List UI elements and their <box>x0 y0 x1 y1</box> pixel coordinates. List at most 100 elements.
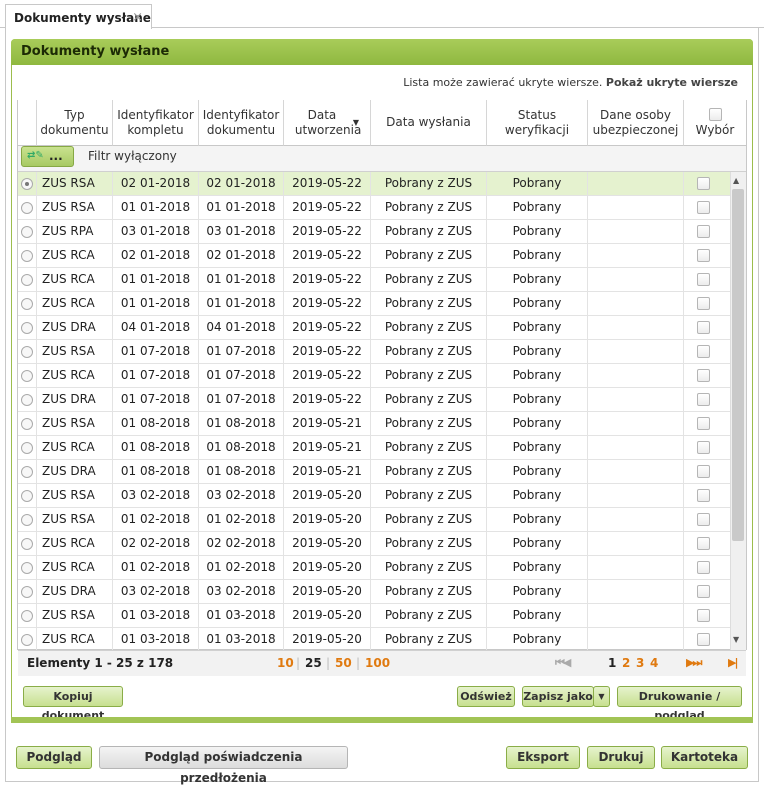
tab-dokumenty-wyslane[interactable]: Dokumenty wysłane × <box>5 4 152 29</box>
row-checkbox[interactable] <box>697 249 710 262</box>
row-data-wyslania: Pobrany z ZUS <box>371 292 487 316</box>
header-identyfikator-kompletu[interactable]: Identyfikator kompletu <box>113 100 199 146</box>
row-radio[interactable] <box>21 490 33 502</box>
row-radio[interactable] <box>21 586 33 598</box>
row-radio[interactable] <box>21 178 33 190</box>
table-row[interactable]: ZUS RCA 01 08-2018 01 08-2018 2019-05-21 Pob… <box>18 436 730 460</box>
row-checkbox[interactable] <box>697 393 710 406</box>
print-button[interactable]: Drukuj <box>587 746 655 769</box>
table-row[interactable]: ZUS RCA 01 07-2018 01 07-2018 2019-05-22 Pob… <box>18 364 730 388</box>
print-preview-button[interactable]: Drukowanie / podgląd <box>617 686 742 722</box>
row-radio[interactable] <box>21 346 33 358</box>
header-data-utworzenia[interactable]: Data utworzenia ▼ <box>284 100 371 146</box>
save-as-button[interactable]: Zapisz jako <box>522 686 594 707</box>
table-row[interactable]: ZUS RCA 01 01-2018 01 01-2018 2019-05-22 Pob… <box>18 268 730 292</box>
row-checkbox[interactable] <box>697 321 710 334</box>
row-checkbox[interactable] <box>697 177 710 190</box>
row-radio[interactable] <box>21 322 33 334</box>
table-row[interactable]: ZUS RSA 01 01-2018 01 01-2018 2019-05-22 Pob… <box>18 196 730 220</box>
preview-button[interactable]: Podgląd <box>16 746 92 769</box>
next-last-page-icon[interactable]: ▶⏭ <box>686 656 702 670</box>
row-checkbox[interactable] <box>697 417 710 430</box>
end-icon[interactable]: ▶| <box>728 656 739 669</box>
row-checkbox[interactable] <box>697 441 710 454</box>
row-radio[interactable] <box>21 370 33 382</box>
header-status-weryfikacji[interactable]: Status weryfikacji <box>487 100 588 146</box>
close-icon[interactable]: × <box>132 10 143 25</box>
table-row[interactable]: ZUS RSA 01 02-2018 01 02-2018 2019-05-20 Pob… <box>18 508 730 532</box>
scroll-up-icon[interactable]: ▲ <box>733 176 739 185</box>
refresh-button[interactable]: Odśwież <box>457 686 515 707</box>
row-data-utworzenia: 2019-05-20 <box>284 580 371 604</box>
page-2[interactable]: 2 <box>622 656 630 670</box>
table-row[interactable]: ZUS RSA 01 07-2018 01 07-2018 2019-05-22 Pob… <box>18 340 730 364</box>
row-radio[interactable] <box>21 514 33 526</box>
header-data-wyslania[interactable]: Data wysłania <box>371 100 487 146</box>
row-radio[interactable] <box>21 538 33 550</box>
header-typ-dokumentu[interactable]: Typ dokumentu <box>37 100 113 146</box>
page-size-100[interactable]: 100 <box>365 656 390 670</box>
row-checkbox[interactable] <box>697 201 710 214</box>
page-1[interactable]: 1 <box>608 656 616 670</box>
row-radio[interactable] <box>21 250 33 262</box>
proof-preview-button[interactable]: Podgląd poświadczenia przedłożenia <box>99 746 348 785</box>
header-identyfikator-dokumentu[interactable]: Identyfikator dokumentu <box>199 100 284 146</box>
page-size-50[interactable]: 50 <box>335 656 352 670</box>
export-button[interactable]: Eksport <box>506 746 580 769</box>
table-row[interactable]: ZUS RSA 01 08-2018 01 08-2018 2019-05-21 Pob… <box>18 412 730 436</box>
table-row[interactable]: ZUS RSA 01 03-2018 01 03-2018 2019-05-20 Pob… <box>18 604 730 628</box>
scrollbar-thumb[interactable] <box>732 189 744 541</box>
row-checkbox[interactable] <box>697 561 710 574</box>
row-checkbox[interactable] <box>697 489 710 502</box>
page-3[interactable]: 3 <box>636 656 644 670</box>
header-dane-osoby[interactable]: Dane osoby ubezpieczonej <box>588 100 684 146</box>
row-radio[interactable] <box>21 202 33 214</box>
table-row[interactable]: ZUS RPA 03 01-2018 03 01-2018 2019-05-22 Pob… <box>18 220 730 244</box>
copy-document-button[interactable]: Kopiuj dokument <box>23 686 123 722</box>
row-checkbox[interactable] <box>697 513 710 526</box>
row-radio[interactable] <box>21 442 33 454</box>
row-radio[interactable] <box>21 634 33 646</box>
table-row[interactable]: ZUS RCA 01 02-2018 01 02-2018 2019-05-20 Pob… <box>18 556 730 580</box>
table-row[interactable]: ZUS RSA 03 02-2018 03 02-2018 2019-05-20 Pob… <box>18 484 730 508</box>
filter-button[interactable]: ⇄✎ ... <box>21 146 74 167</box>
table-row[interactable]: ZUS RCA 01 01-2018 01 01-2018 2019-05-22 Pob… <box>18 292 730 316</box>
row-radio[interactable] <box>21 418 33 430</box>
first-prev-page-icon[interactable]: ⏮◀ <box>555 656 571 670</box>
row-checkbox[interactable] <box>697 537 710 550</box>
page-size-25[interactable]: 25 <box>305 656 322 670</box>
row-radio[interactable] <box>21 298 33 310</box>
row-checkbox[interactable] <box>697 225 710 238</box>
row-radio[interactable] <box>21 562 33 574</box>
page-4[interactable]: 4 <box>650 656 658 670</box>
row-radio[interactable] <box>21 394 33 406</box>
table-row[interactable]: ZUS DRA 01 08-2018 01 08-2018 2019-05-21 Pob… <box>18 460 730 484</box>
table-row[interactable]: ZUS DRA 03 02-2018 03 02-2018 2019-05-20 Pob… <box>18 580 730 604</box>
row-radio[interactable] <box>21 274 33 286</box>
row-radio[interactable] <box>21 226 33 238</box>
card-button[interactable]: Kartoteka <box>661 746 748 769</box>
table-row[interactable]: ZUS RCA 01 03-2018 01 03-2018 2019-05-20 Pob… <box>18 628 730 650</box>
row-radio[interactable] <box>21 466 33 478</box>
row-data-wyslania: Pobrany z ZUS <box>371 220 487 244</box>
scroll-down-icon[interactable]: ▼ <box>733 635 739 644</box>
table-row[interactable]: ZUS RSA 02 01-2018 02 01-2018 2019-05-22 Pob… <box>18 172 730 196</box>
table-row[interactable]: ZUS RCA 02 01-2018 02 01-2018 2019-05-22 Pob… <box>18 244 730 268</box>
row-checkbox[interactable] <box>697 297 710 310</box>
row-checkbox[interactable] <box>697 345 710 358</box>
row-checkbox[interactable] <box>697 465 710 478</box>
show-hidden-rows-link[interactable]: Pokaż ukryte wiersze <box>606 76 738 89</box>
table-row[interactable]: ZUS RCA 02 02-2018 02 02-2018 2019-05-20 Pob… <box>18 532 730 556</box>
row-checkbox[interactable] <box>697 633 710 646</box>
row-identyfikator-dokumentu: 03 02-2018 <box>199 580 284 604</box>
row-checkbox[interactable] <box>697 585 710 598</box>
row-checkbox[interactable] <box>697 273 710 286</box>
select-all-checkbox[interactable] <box>708 107 722 121</box>
row-checkbox[interactable] <box>697 369 710 382</box>
table-row[interactable]: ZUS DRA 01 07-2018 01 07-2018 2019-05-22 Pob… <box>18 388 730 412</box>
row-radio[interactable] <box>21 610 33 622</box>
row-checkbox[interactable] <box>697 609 710 622</box>
save-as-dropdown-icon[interactable]: ▼ <box>593 686 610 707</box>
page-size-10[interactable]: 10 <box>277 656 294 670</box>
table-row[interactable]: ZUS DRA 04 01-2018 04 01-2018 2019-05-22 Pob… <box>18 316 730 340</box>
